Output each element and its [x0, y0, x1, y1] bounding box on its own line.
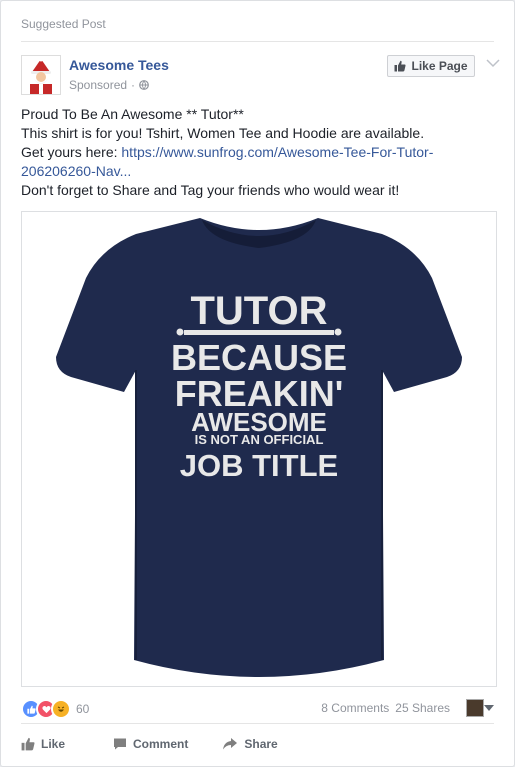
chevron-down-icon[interactable] — [486, 58, 500, 68]
post-text-line: Proud To Be An Awesome ** Tutor** — [21, 106, 244, 122]
thumbs-up-icon — [394, 60, 407, 72]
caret-down-icon[interactable] — [484, 705, 494, 711]
post-stats: 60 8 Comments 25 Shares — [21, 699, 494, 719]
post-text-line: This shirt is for you! Tshirt, Women Tee… — [21, 125, 425, 141]
post-text-closing: Don't forget to Share and Tag your frien… — [21, 182, 400, 198]
share-icon — [223, 738, 238, 750]
share-label: Share — [244, 737, 278, 751]
share-button[interactable]: Share — [222, 734, 278, 754]
like-page-button[interactable]: Like Page — [387, 55, 475, 77]
globe-icon — [139, 80, 149, 90]
shirt-text-line: BECAUSE — [171, 337, 347, 378]
post-actions: Like Comment Share — [21, 734, 494, 754]
page-avatar[interactable] — [21, 55, 61, 95]
post-message: Proud To Be An Awesome ** Tutor** This s… — [21, 105, 501, 200]
like-label: Like — [41, 737, 66, 751]
header-divider — [21, 41, 494, 42]
post-link-line-2: 206206260-Nav... — [21, 162, 501, 181]
shirt-text-line: IS NOT AN OFFICIAL — [195, 432, 324, 447]
comment-icon — [114, 738, 127, 750]
comment-button[interactable]: Comment — [113, 734, 188, 754]
post-card: Suggested Post Awesome Tees Sponsored · … — [0, 0, 515, 767]
product-link-continued[interactable]: 206206260-Nav... — [21, 163, 131, 179]
sponsored-meta: Sponsored · — [69, 78, 149, 92]
reactions-summary[interactable]: 60 — [21, 699, 89, 719]
post-image[interactable]: TUTOR BECAUSE FREAKIN' AWESOME IS NOT AN… — [21, 211, 497, 687]
comments-shares: 8 Comments 25 Shares — [321, 701, 450, 715]
shares-count-link[interactable]: 25 Shares — [395, 701, 450, 715]
comment-label: Comment — [133, 737, 189, 751]
suggested-post-label: Suggested Post — [21, 17, 106, 31]
like-button[interactable]: Like — [21, 734, 65, 754]
santa-avatar-icon — [22, 56, 60, 94]
reaction-count: 60 — [76, 702, 90, 716]
page-name-link[interactable]: Awesome Tees — [69, 57, 169, 73]
like-page-label: Like Page — [411, 59, 468, 73]
haha-reaction-icon — [51, 699, 71, 719]
shirt-text-line: TUTOR — [190, 289, 327, 333]
tshirt-image: TUTOR BECAUSE FREAKIN' AWESOME IS NOT AN… — [22, 212, 496, 686]
meta-separator: · — [131, 78, 136, 92]
stats-divider — [21, 723, 494, 724]
product-link[interactable]: https://www.sunfrog.com/Awesome-Tee-For-… — [121, 144, 433, 160]
comments-count-link[interactable]: 8 Comments — [321, 701, 389, 715]
sponsored-label[interactable]: Sponsored — [69, 78, 127, 92]
shirt-text-line: JOB TITLE — [180, 448, 338, 483]
viewer-avatar[interactable] — [466, 699, 484, 717]
thumbs-up-icon — [21, 737, 35, 751]
link-prefix: Get yours here: — [21, 144, 122, 160]
post-link-line: Get yours here: https://www.sunfrog.com/… — [21, 143, 501, 162]
